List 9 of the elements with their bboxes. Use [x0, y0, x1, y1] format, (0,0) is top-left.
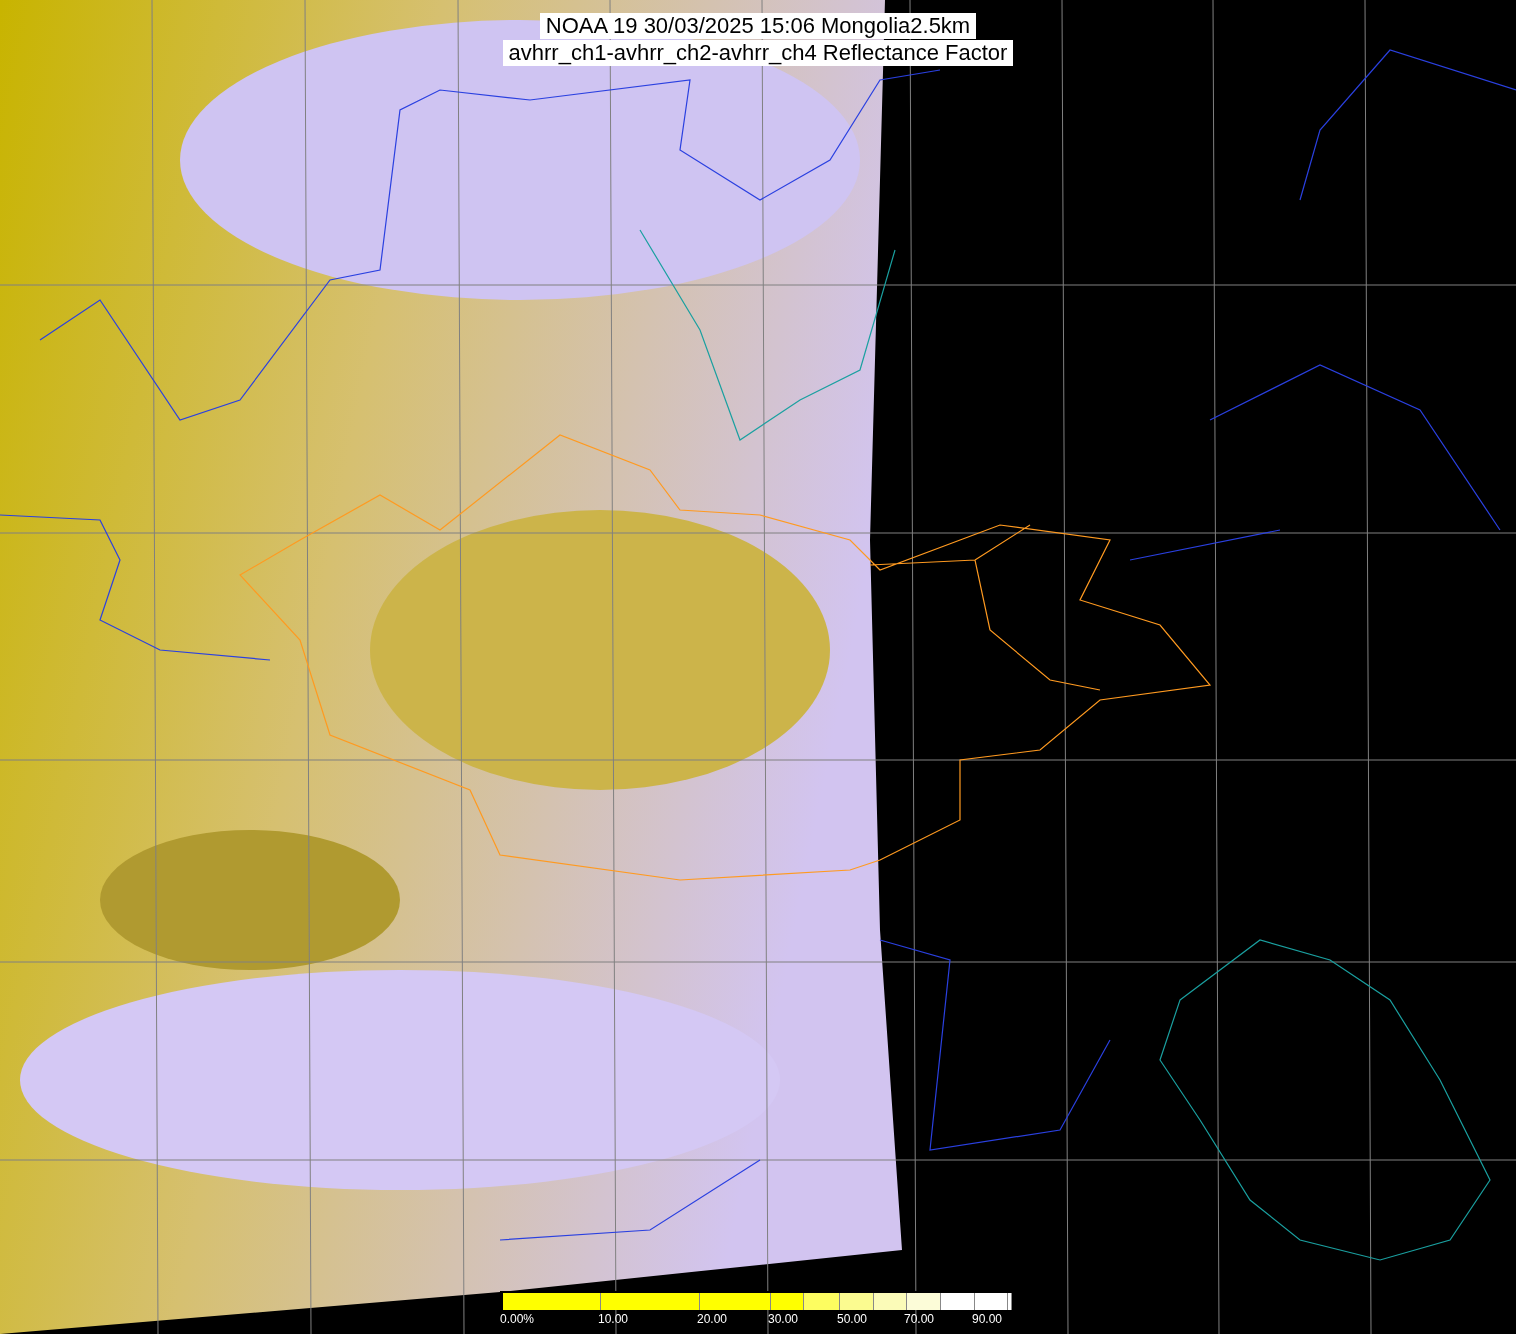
map-title: avhrr_ch1-avhrr_ch2-avhrr_ch4 Reflectance Factor [502, 40, 1014, 66]
colorbar-label: 30.00 [768, 1312, 799, 1326]
colorbar-label: 50.00 [837, 1312, 868, 1326]
colorbar-label: 20.00 [697, 1312, 728, 1326]
map-title: NOAA 19 30/03/2025 15:06 Mongolia2.5km [539, 13, 977, 39]
colorbar-label: 0.00% [500, 1312, 535, 1326]
colorbar-label: 90.00 [972, 1312, 1003, 1326]
colorbar-label: 10.00 [598, 1312, 629, 1326]
colorbar-label: 70.00 [904, 1312, 935, 1326]
